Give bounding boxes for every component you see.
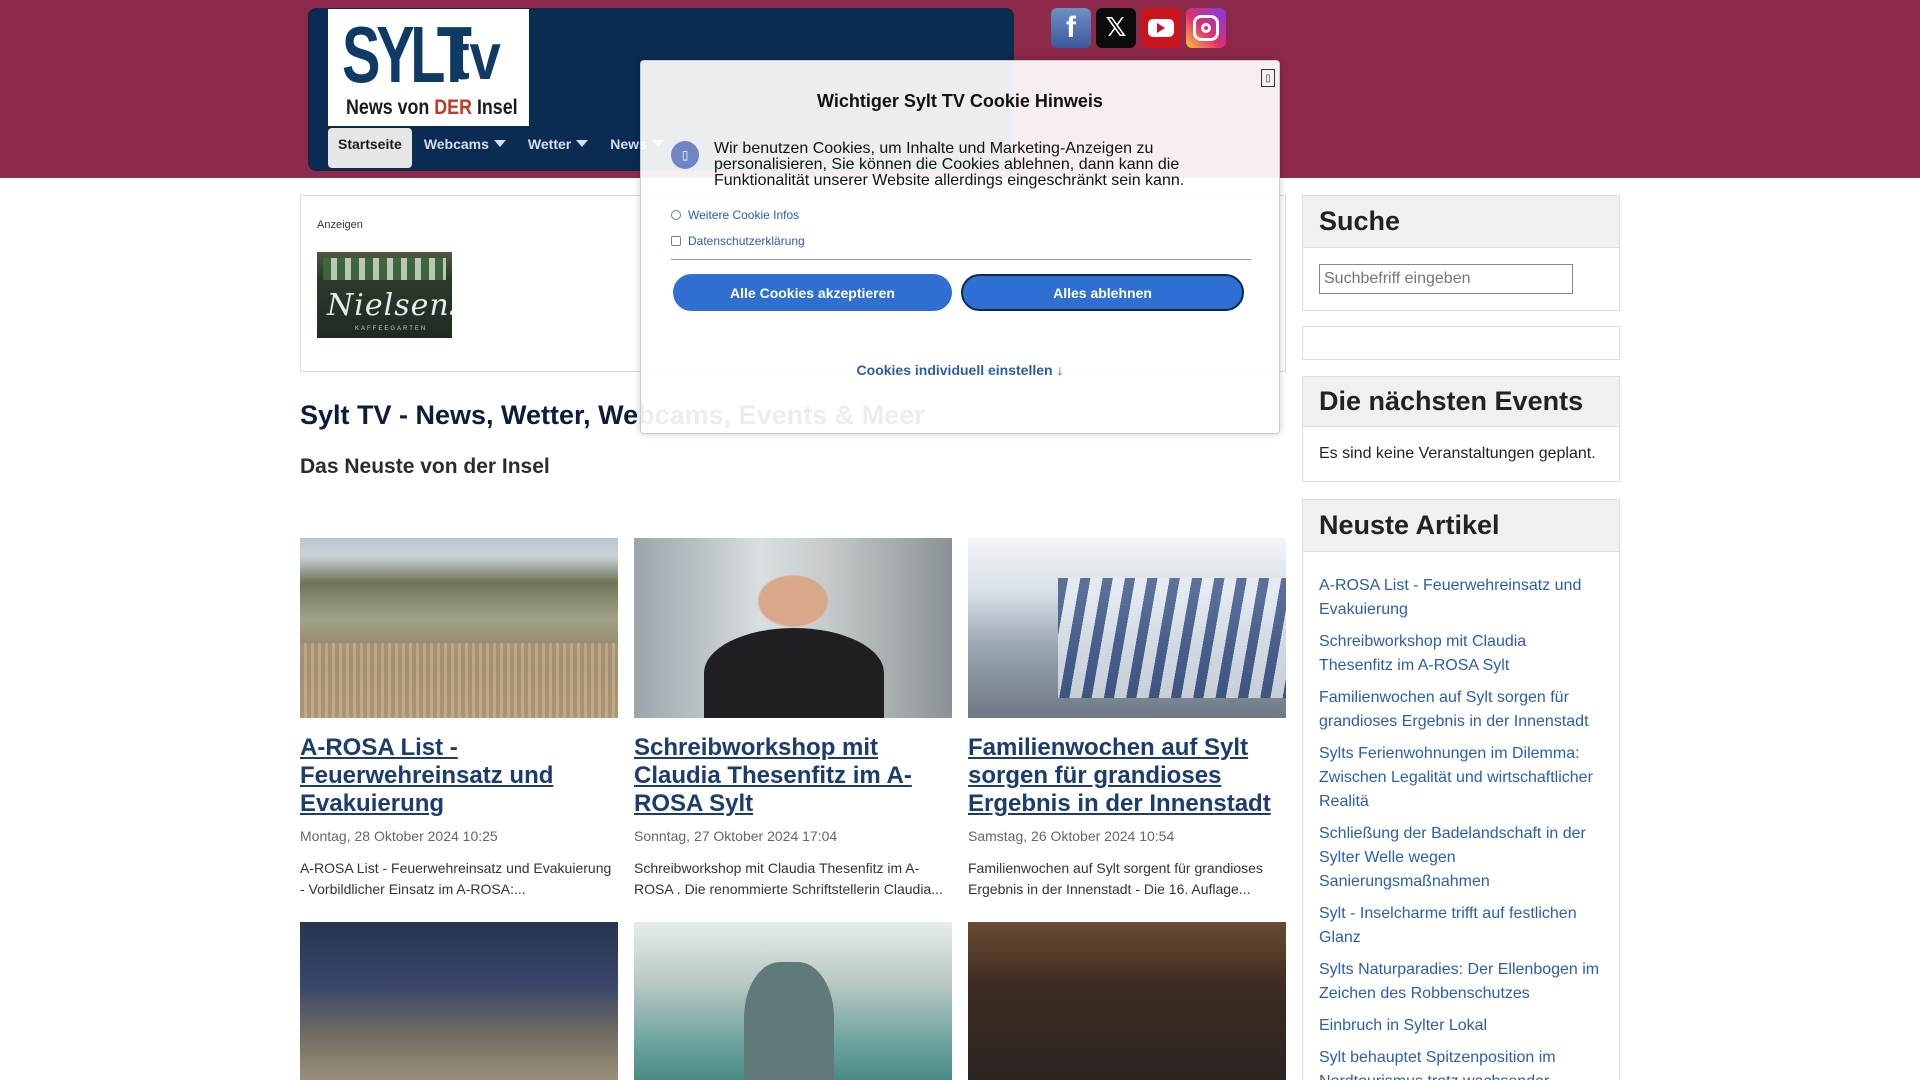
article-teaser: Schreibworkshop mit Claudia Thesenfitz i…: [634, 860, 943, 897]
article-date: Sonntag, 27 Oktober 2024 17:04: [634, 828, 838, 844]
latest-article-link[interactable]: Sylt - Inselcharme trifft auf festlichen…: [1319, 902, 1603, 950]
article-image[interactable]: [300, 538, 618, 718]
article-image[interactable]: [968, 538, 1286, 718]
cookie-dialog-text: Wir benutzen Cookies, um Inhalte und Mar…: [714, 140, 1185, 189]
caret-down-icon: [576, 140, 589, 147]
article-image[interactable]: [300, 922, 618, 1080]
search-widget: Suche: [1302, 195, 1620, 311]
ad-banner[interactable]: Nielsens KAFFEEGARTEN: [317, 252, 452, 338]
article-card: [968, 922, 1286, 1080]
cookie-dialog: ▯ Wichtiger Sylt TV Cookie Hinweis ▯ Wir…: [640, 60, 1280, 434]
nav-item-wetter[interactable]: Wetter: [518, 128, 598, 168]
article-image[interactable]: [968, 922, 1286, 1080]
ad-banner-sub: KAFFEEGARTEN: [355, 326, 428, 332]
x-icon[interactable]: 𝕏: [1096, 8, 1136, 48]
article-image[interactable]: [634, 538, 952, 718]
logo-tagline: News von DER Insel: [346, 96, 518, 119]
latest-article-link[interactable]: Familienwochen auf Sylt sorgen für grand…: [1319, 686, 1603, 734]
cookie-icon: ▯: [671, 141, 699, 169]
close-icon[interactable]: ▯: [1261, 69, 1275, 87]
instagram-icon[interactable]: [1186, 8, 1226, 48]
logo-brand: SYLT: [342, 10, 472, 99]
article-card: Schreibworkshop mit Claudia Thesenfitz i…: [634, 538, 952, 900]
article-date: Montag, 28 Oktober 2024 10:25: [300, 828, 498, 844]
latest-articles-list: A-ROSA List - Feuerwehreinsatz und Evaku…: [1303, 552, 1619, 1080]
youtube-icon[interactable]: [1141, 8, 1181, 48]
accept-all-cookies-button[interactable]: Alle Cookies akzeptieren: [673, 274, 952, 311]
search-input[interactable]: [1319, 264, 1573, 294]
article-title-link[interactable]: A-ROSA List - Feuerwehreinsatz und Evaku…: [300, 734, 618, 818]
lock-icon: [671, 236, 681, 246]
latest-article-link[interactable]: Sylts Ferienwohnungen im Dilemma: Zwisch…: [1319, 742, 1603, 814]
search-widget-title: Suche: [1303, 196, 1619, 248]
article-title-link[interactable]: Familienwochen auf Sylt sorgen für grand…: [968, 734, 1286, 818]
latest-article-link[interactable]: Schließung der Badelandschaft in der Syl…: [1319, 822, 1603, 894]
nav-item-startseite[interactable]: Startseite: [328, 128, 412, 168]
ad-banner-script: Nielsens: [327, 288, 452, 323]
logo-suffix: tv: [451, 19, 501, 93]
cookie-info-icon: [671, 210, 681, 220]
article-teaser: A-ROSA List - Feuerwehreinsatz und Evaku…: [300, 860, 612, 897]
section-title: Das Neuste von der Insel: [300, 455, 550, 478]
latest-articles-title: Neuste Artikel: [1303, 500, 1619, 552]
latest-article-link[interactable]: Schreibworkshop mit Claudia Thesenfitz i…: [1319, 630, 1603, 678]
site-logo[interactable]: SYLT tv News von DER Insel: [328, 9, 529, 126]
article-teaser: Familienwochen auf Sylt sorgent für gran…: [968, 860, 1263, 897]
caret-down-icon: [493, 140, 506, 147]
latest-article-link[interactable]: Sylts Naturparadies: Der Ellenbogen im Z…: [1319, 958, 1603, 1006]
article-card: A-ROSA List - Feuerwehreinsatz und Evaku…: [300, 538, 618, 900]
ads-label: Anzeigen: [317, 219, 363, 231]
article-card: Familienwochen auf Sylt sorgen für grand…: [968, 538, 1286, 900]
events-widget-title: Die nächsten Events: [1303, 377, 1619, 427]
events-empty-text: Es sind keine Veranstaltungen geplant.: [1319, 445, 1596, 462]
empty-widget: [1302, 326, 1620, 360]
cookie-individual-settings-link[interactable]: Cookies individuell einstellen ↓: [641, 362, 1279, 378]
cookie-dialog-title: Wichtiger Sylt TV Cookie Hinweis: [817, 91, 1103, 111]
latest-article-link[interactable]: Einbruch in Sylter Lokal: [1319, 1014, 1603, 1038]
article-card: [634, 922, 952, 1080]
main-nav: Startseite Webcams Wetter News: [328, 128, 676, 168]
latest-articles-widget: Neuste Artikel A-ROSA List - Feuerwehrei…: [1302, 499, 1620, 1080]
article-card: [300, 922, 618, 1080]
latest-article-link[interactable]: Sylt behauptet Spitzenposition im Nordto…: [1319, 1046, 1603, 1080]
article-date: Samstag, 26 Oktober 2024 10:54: [968, 828, 1175, 844]
nav-item-webcams[interactable]: Webcams: [414, 128, 516, 168]
latest-article-link[interactable]: A-ROSA List - Feuerwehreinsatz und Evaku…: [1319, 574, 1603, 622]
article-image[interactable]: [634, 922, 952, 1080]
events-widget: Die nächsten Events Es sind keine Verans…: [1302, 376, 1620, 482]
divider: [671, 259, 1251, 260]
facebook-icon[interactable]: f: [1051, 8, 1091, 48]
article-title-link[interactable]: Schreibworkshop mit Claudia Thesenfitz i…: [634, 734, 952, 818]
reject-all-cookies-button[interactable]: Alles ablehnen: [961, 274, 1244, 311]
cookie-info-link[interactable]: Weitere Cookie Infos: [671, 208, 799, 222]
privacy-link[interactable]: Datenschutzerklärung: [671, 234, 805, 248]
